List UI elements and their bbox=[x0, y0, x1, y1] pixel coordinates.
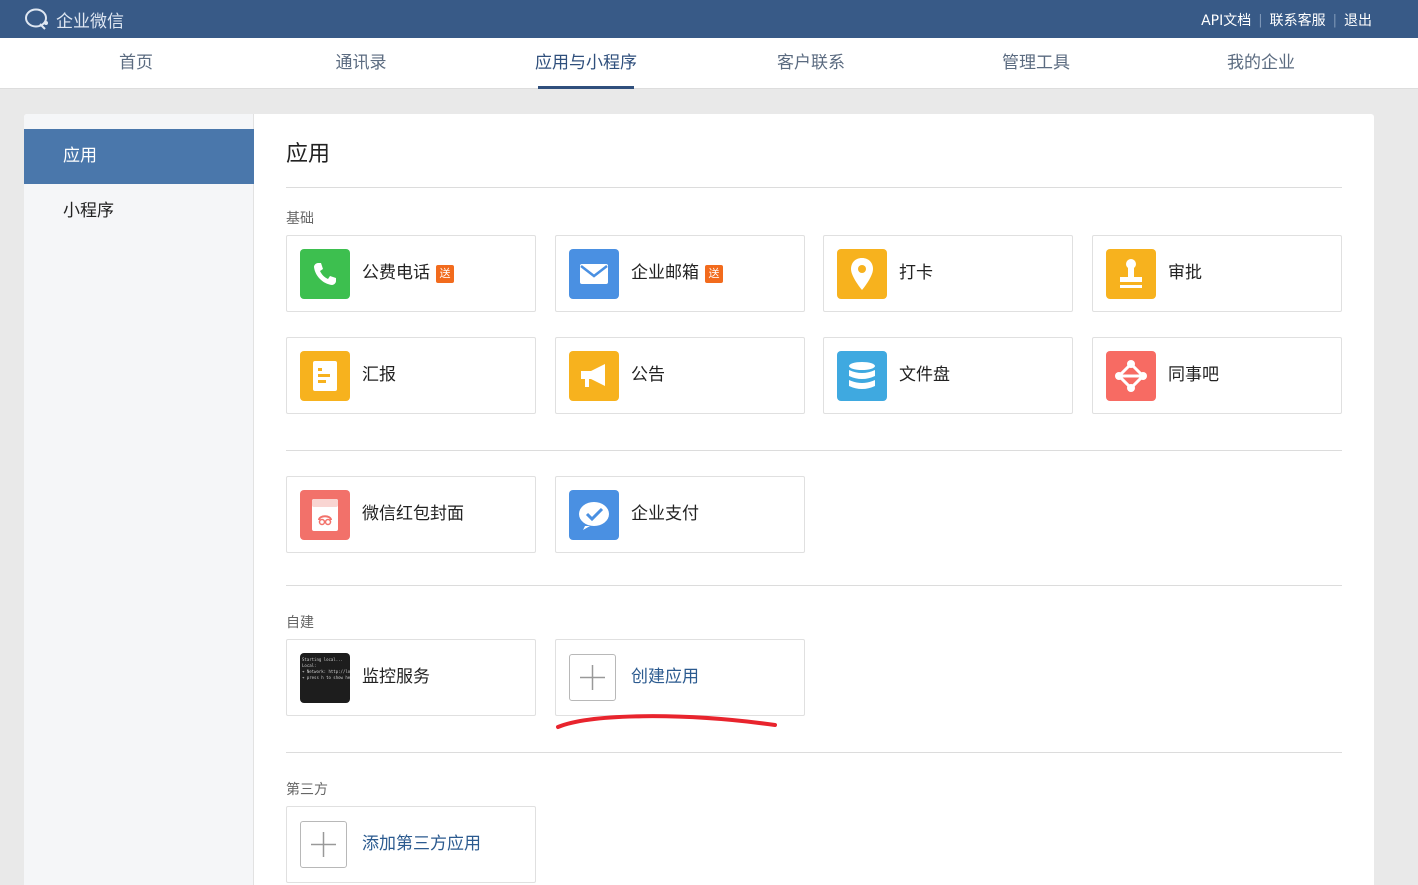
app-name: 企业支付 bbox=[631, 504, 699, 524]
divider bbox=[286, 585, 1342, 586]
plus-icon bbox=[300, 821, 347, 868]
nav-tab-home[interactable]: 首页 bbox=[56, 38, 216, 89]
app-name: 同事吧 bbox=[1168, 365, 1219, 385]
phone-icon bbox=[300, 249, 350, 299]
terminal-icon: Starting local... Local: ➜ Network: http… bbox=[300, 653, 350, 703]
network-icon bbox=[1106, 351, 1156, 401]
main-nav: 首页 通讯录 应用与小程序 客户联系 管理工具 我的企业 bbox=[0, 38, 1418, 89]
sidebar: 应用 小程序 bbox=[24, 114, 254, 885]
app-name: 公费电话 bbox=[362, 263, 430, 283]
app-card-red-packet[interactable]: 微信红包封面 bbox=[286, 476, 536, 553]
api-docs-link[interactable]: API文档 bbox=[1201, 10, 1251, 30]
location-pin-icon bbox=[837, 249, 887, 299]
divider bbox=[286, 752, 1342, 753]
pay-icon bbox=[569, 490, 619, 540]
top-links: API文档 | 联系客服 | 退出 bbox=[1201, 10, 1372, 30]
red-packet-icon bbox=[300, 490, 350, 540]
database-icon bbox=[837, 351, 887, 401]
add-third-party-app-button[interactable]: 添加第三方应用 bbox=[286, 806, 536, 883]
report-icon bbox=[300, 351, 350, 401]
mail-icon bbox=[569, 249, 619, 299]
logout-link[interactable]: 退出 bbox=[1344, 10, 1372, 30]
app-card-pay[interactable]: 企业支付 bbox=[555, 476, 805, 553]
add-third-party-app-label: 添加第三方应用 bbox=[362, 834, 481, 854]
app-name: 公告 bbox=[631, 365, 665, 385]
app-card-files[interactable]: 文件盘 bbox=[823, 337, 1073, 414]
app-card-monitor[interactable]: Starting local... Local: ➜ Network: http… bbox=[286, 639, 536, 716]
main-panel: 应用 小程序 应用 基础 公费电话送 企业邮箱送 打卡 审批 汇报 公告 文件盘… bbox=[24, 114, 1374, 885]
megaphone-icon bbox=[569, 351, 619, 401]
gift-badge: 送 bbox=[705, 265, 723, 283]
sidebar-item-apps[interactable]: 应用 bbox=[24, 129, 254, 184]
logo[interactable]: 企业微信 bbox=[24, 7, 124, 32]
app-title: 企业微信 bbox=[56, 11, 124, 32]
nav-tab-enterprise[interactable]: 我的企业 bbox=[1181, 38, 1341, 89]
nav-tab-apps[interactable]: 应用与小程序 bbox=[506, 38, 666, 89]
app-card-checkin[interactable]: 打卡 bbox=[823, 235, 1073, 312]
app-card-approval[interactable]: 审批 bbox=[1092, 235, 1342, 312]
app-card-colleagues[interactable]: 同事吧 bbox=[1092, 337, 1342, 414]
app-name: 汇报 bbox=[362, 365, 396, 385]
wecom-logo-icon bbox=[25, 8, 48, 30]
app-card-report[interactable]: 汇报 bbox=[286, 337, 536, 414]
app-name: 企业邮箱 bbox=[631, 263, 699, 283]
app-name: 打卡 bbox=[899, 263, 933, 283]
section-label-third-party: 第三方 bbox=[286, 782, 328, 798]
divider bbox=[286, 187, 1342, 188]
app-name: 微信红包封面 bbox=[362, 504, 464, 524]
app-card-phone[interactable]: 公费电话送 bbox=[286, 235, 536, 312]
nav-tab-contacts[interactable]: 通讯录 bbox=[281, 38, 441, 89]
gift-badge: 送 bbox=[436, 265, 454, 283]
app-card-announcement[interactable]: 公告 bbox=[555, 337, 805, 414]
sidebar-item-miniprograms[interactable]: 小程序 bbox=[24, 184, 254, 239]
app-card-label: 公费电话送 bbox=[362, 236, 454, 311]
contact-support-link[interactable]: 联系客服 bbox=[1270, 10, 1326, 30]
app-name: 监控服务 bbox=[362, 667, 430, 687]
app-card-mail[interactable]: 企业邮箱送 bbox=[555, 235, 805, 312]
top-link-divider: | bbox=[1258, 12, 1263, 28]
app-card-label: 企业邮箱送 bbox=[631, 236, 723, 311]
nav-tab-customer[interactable]: 客户联系 bbox=[731, 38, 891, 89]
section-label-custom: 自建 bbox=[286, 615, 314, 631]
divider bbox=[286, 450, 1342, 451]
app-name: 文件盘 bbox=[899, 365, 950, 385]
nav-tab-tools[interactable]: 管理工具 bbox=[956, 38, 1116, 89]
page-title: 应用 bbox=[286, 142, 331, 167]
plus-icon bbox=[569, 654, 616, 701]
top-bar: 企业微信 API文档 | 联系客服 | 退出 bbox=[0, 0, 1418, 38]
terminal-line: ➜ press h to show help bbox=[302, 675, 350, 680]
app-name: 审批 bbox=[1168, 263, 1202, 283]
section-label-basic: 基础 bbox=[286, 211, 314, 227]
top-link-divider: | bbox=[1332, 12, 1337, 28]
create-app-button[interactable]: 创建应用 bbox=[555, 639, 805, 716]
create-app-label: 创建应用 bbox=[631, 667, 699, 687]
stamp-icon bbox=[1106, 249, 1156, 299]
